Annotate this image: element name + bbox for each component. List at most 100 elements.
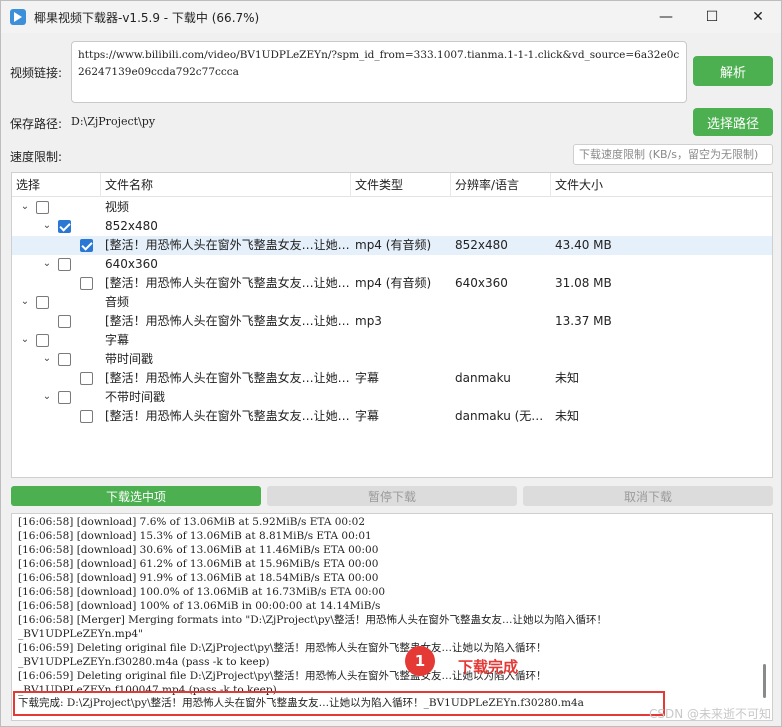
column-file-name[interactable]: 文件名称 xyxy=(101,173,351,197)
parse-button[interactable]: 解析 xyxy=(693,56,773,86)
log-line: [16:06:58] [Merger] Merging formats into… xyxy=(18,614,608,626)
expand-chevron-icon[interactable]: ⌄ xyxy=(18,200,32,214)
cell-res xyxy=(455,350,551,369)
cell-type: mp4 (有音频) xyxy=(355,276,432,290)
row-checkbox[interactable] xyxy=(36,334,49,347)
file-tree[interactable]: 选择 文件名称 文件类型 分辨率/语言 文件大小 ⌄ 视频 ⌄ 852x480 [整活！… xyxy=(11,172,773,478)
row-checkbox[interactable] xyxy=(80,410,93,423)
app-logo-icon xyxy=(10,9,26,25)
close-icon[interactable]: ✕ xyxy=(735,1,781,33)
cell-type xyxy=(355,388,451,407)
cell-name: [整活！用恐怖人头在窗外飞整蛊女友…让她… xyxy=(105,409,349,423)
cell-size xyxy=(555,350,755,369)
row-checkbox[interactable] xyxy=(58,258,71,271)
log-output[interactable]: [16:06:58] [download] 7.6% of 13.06MiB a… xyxy=(11,513,773,721)
tree-row[interactable]: [整活！用恐怖人头在窗外飞整蛊女友…让她… 字幕 danmaku 未知 xyxy=(12,369,772,388)
cell-size xyxy=(555,388,755,407)
cancel-download-button[interactable]: 取消下载 xyxy=(523,486,773,506)
cell-name: [整活！用恐怖人头在窗外飞整蛊女友…让她… xyxy=(105,314,349,328)
log-line: [16:06:58] [download] 7.6% of 13.06MiB a… xyxy=(18,516,366,528)
cell-type xyxy=(355,198,451,217)
tree-header: 选择 文件名称 文件类型 分辨率/语言 文件大小 xyxy=(12,173,772,197)
annotation-highlight-box xyxy=(13,691,665,716)
log-line: [16:06:58] [download] 61.2% of 13.06MiB … xyxy=(18,558,379,570)
column-file-size[interactable]: 文件大小 xyxy=(551,173,772,197)
log-line: [16:06:58] [download] 15.3% of 13.06MiB … xyxy=(18,530,372,542)
cell-name: [整活！用恐怖人头在窗外飞整蛊女友…让她… xyxy=(105,276,349,290)
expand-chevron-icon[interactable]: ⌄ xyxy=(40,352,54,366)
column-resolution[interactable]: 分辨率/语言 xyxy=(451,173,551,197)
url-input[interactable]: https://www.bilibili.com/video/BV1UDPLeZ… xyxy=(71,41,687,103)
tree-row[interactable]: [整活！用恐怖人头在窗外飞整蛊女友…让她… mp4 (有音频) 852x480 43.… xyxy=(12,236,772,255)
cell-type xyxy=(355,331,451,350)
expand-chevron-icon[interactable]: ⌄ xyxy=(40,219,54,233)
cell-size: 未知 xyxy=(555,409,580,423)
tree-row[interactable]: ⌄ 852x480 xyxy=(12,217,772,236)
window-title: 椰果视频下载器-v1.5.9 - 下载中 (66.7%) xyxy=(34,10,260,25)
save-path-value: D:\ZjProject\py xyxy=(71,115,156,128)
cell-type: 字幕 xyxy=(355,409,380,423)
row-checkbox[interactable] xyxy=(58,220,71,233)
tree-row[interactable]: [整活！用恐怖人头在窗外飞整蛊女友…让她… 字幕 danmaku (无… 未知 xyxy=(12,407,772,426)
cell-name: 视频 xyxy=(105,200,130,214)
cell-name: 音频 xyxy=(105,295,130,309)
log-line: _BV1UDPLeZEYn.mp4" xyxy=(18,628,143,640)
log-line: [16:06:58] [download] 100.0% of 13.06MiB… xyxy=(18,586,386,598)
log-line: [16:06:59] Deleting original file D:\ZjP… xyxy=(18,642,547,654)
expand-chevron-icon[interactable]: ⌄ xyxy=(40,390,54,404)
cell-name: 640x360 xyxy=(105,257,158,271)
maximize-icon[interactable]: ☐ xyxy=(689,1,735,33)
minimize-icon[interactable]: — xyxy=(643,1,689,33)
expand-chevron-icon[interactable]: ⌄ xyxy=(40,257,54,271)
cell-size: 31.08 MB xyxy=(555,276,612,290)
tree-row[interactable]: [整活！用恐怖人头在窗外飞整蛊女友…让她… mp4 (有音频) 640x360 31.… xyxy=(12,274,772,293)
row-checkbox[interactable] xyxy=(58,391,71,404)
speed-limit-input[interactable]: 下载速度限制 (KB/s，留空为无限制) xyxy=(573,144,773,165)
column-file-type[interactable]: 文件类型 xyxy=(351,173,451,197)
tree-row[interactable]: [整活！用恐怖人头在窗外飞整蛊女友…让她… mp3 13.37 MB xyxy=(12,312,772,331)
cell-size xyxy=(555,198,755,217)
tree-row[interactable]: ⌄ 字幕 xyxy=(12,331,772,350)
tree-row[interactable]: ⌄ 视频 xyxy=(12,198,772,217)
log-scrollbar[interactable] xyxy=(763,664,766,698)
annotation-number: 1 xyxy=(405,646,435,676)
cell-size: 43.40 MB xyxy=(555,238,612,252)
cell-res xyxy=(455,255,551,274)
column-select[interactable]: 选择 xyxy=(12,173,101,197)
row-checkbox[interactable] xyxy=(58,315,71,328)
cell-size xyxy=(555,217,755,236)
cell-name: 不带时间戳 xyxy=(105,390,166,404)
expand-chevron-icon[interactable]: ⌄ xyxy=(18,295,32,309)
tree-row[interactable]: ⌄ 不带时间戳 xyxy=(12,388,772,407)
cell-res: danmaku (无… xyxy=(455,409,544,423)
path-label: 保存路径: xyxy=(10,117,63,131)
tree-row[interactable]: ⌄ 640x360 xyxy=(12,255,772,274)
pause-download-button[interactable]: 暂停下载 xyxy=(267,486,517,506)
expand-chevron-icon[interactable]: ⌄ xyxy=(18,333,32,347)
row-checkbox[interactable] xyxy=(80,372,93,385)
tree-row[interactable]: ⌄ 音频 xyxy=(12,293,772,312)
cell-name: 852x480 xyxy=(105,219,158,233)
cell-res xyxy=(455,331,551,350)
tree-row[interactable]: ⌄ 带时间戳 xyxy=(12,350,772,369)
row-checkbox[interactable] xyxy=(36,201,49,214)
cell-type xyxy=(355,350,451,369)
speed-label: 速度限制: xyxy=(10,150,63,164)
cell-name: 带时间戳 xyxy=(105,352,154,366)
row-checkbox[interactable] xyxy=(58,353,71,366)
title-bar[interactable]: 椰果视频下载器-v1.5.9 - 下载中 (66.7%) — ☐ ✕ xyxy=(1,1,781,33)
choose-path-button[interactable]: 选择路径 xyxy=(693,108,773,136)
cell-res xyxy=(455,312,551,331)
log-line: [16:06:58] [download] 91.9% of 13.06MiB … xyxy=(18,572,379,584)
cell-res xyxy=(455,198,551,217)
row-checkbox[interactable] xyxy=(80,239,93,252)
cell-size xyxy=(555,293,755,312)
url-label: 视频链接: xyxy=(10,66,63,80)
cell-type: mp3 xyxy=(355,314,382,328)
row-checkbox[interactable] xyxy=(80,277,93,290)
download-selected-button[interactable]: 下载选中项 xyxy=(11,486,261,506)
cell-type: mp4 (有音频) xyxy=(355,238,432,252)
cell-type xyxy=(355,255,451,274)
cell-res xyxy=(455,217,551,236)
row-checkbox[interactable] xyxy=(36,296,49,309)
